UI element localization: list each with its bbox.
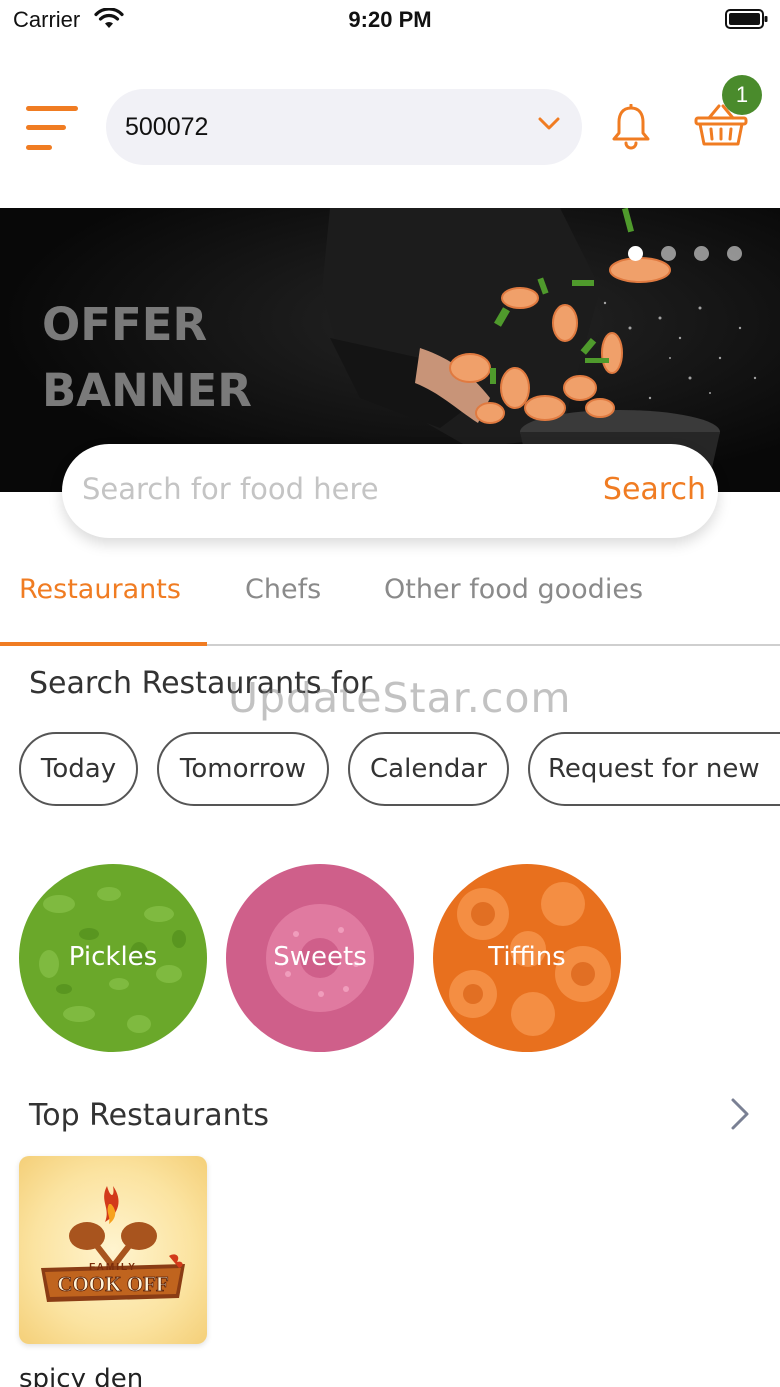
cart-badge[interactable]: 1 xyxy=(722,75,762,115)
tab-restaurants[interactable]: Restaurants xyxy=(19,574,181,605)
food-search-input[interactable] xyxy=(82,472,562,506)
restaurant-card[interactable]: FAMILY COOK OFF xyxy=(19,1156,207,1344)
category-sweets[interactable]: Sweets xyxy=(226,864,414,1052)
active-tab-indicator xyxy=(0,642,207,646)
location-select[interactable]: 500072 xyxy=(106,89,582,165)
status-time: 9:20 PM xyxy=(348,7,432,32)
banner-dot[interactable] xyxy=(661,246,676,261)
menu-icon[interactable] xyxy=(26,104,80,154)
tab-other-food-goodies[interactable]: Other food goodies xyxy=(384,574,643,605)
category-label: Sweets xyxy=(273,942,367,972)
chip-today[interactable]: Today xyxy=(19,732,138,806)
restaurant-logo: FAMILY COOK OFF xyxy=(41,1186,185,1302)
banner-title: OFFER BANNER xyxy=(42,298,252,417)
chip-request-for-new[interactable]: Request for new xyxy=(528,732,780,806)
restaurant-name[interactable]: spicy den xyxy=(19,1364,143,1387)
chevron-right-icon[interactable] xyxy=(728,1096,752,1132)
logo-cookoff-text: COOK OFF xyxy=(57,1272,168,1296)
category-label: Tiffins xyxy=(488,942,566,972)
bell-icon[interactable] xyxy=(611,104,651,150)
banner-dot[interactable] xyxy=(694,246,709,261)
category-label: Pickles xyxy=(68,942,158,972)
status-bar: Carrier 9:20 PM xyxy=(0,0,780,40)
watermark: UpdateStar.com xyxy=(228,674,572,722)
tab-chefs[interactable]: Chefs xyxy=(245,574,321,605)
location-value: 500072 xyxy=(125,113,209,141)
banner-pagination[interactable] xyxy=(628,246,742,261)
chip-tomorrow[interactable]: Tomorrow xyxy=(157,732,329,806)
banner-dot[interactable] xyxy=(727,246,742,261)
banner-dot[interactable] xyxy=(628,246,643,261)
search-button[interactable]: Search xyxy=(603,472,706,507)
category-tiffins[interactable]: Tiffins xyxy=(433,864,621,1052)
battery-icon xyxy=(725,9,768,29)
chip-calendar[interactable]: Calendar xyxy=(348,732,509,806)
category-tabs: Restaurants Chefs Other food goodies xyxy=(0,566,780,646)
food-search-bar: Search xyxy=(62,444,718,538)
category-pickles[interactable]: Pickles xyxy=(19,864,207,1052)
top-restaurants-title: Top Restaurants xyxy=(29,1098,270,1133)
chevron-down-icon xyxy=(538,117,560,130)
